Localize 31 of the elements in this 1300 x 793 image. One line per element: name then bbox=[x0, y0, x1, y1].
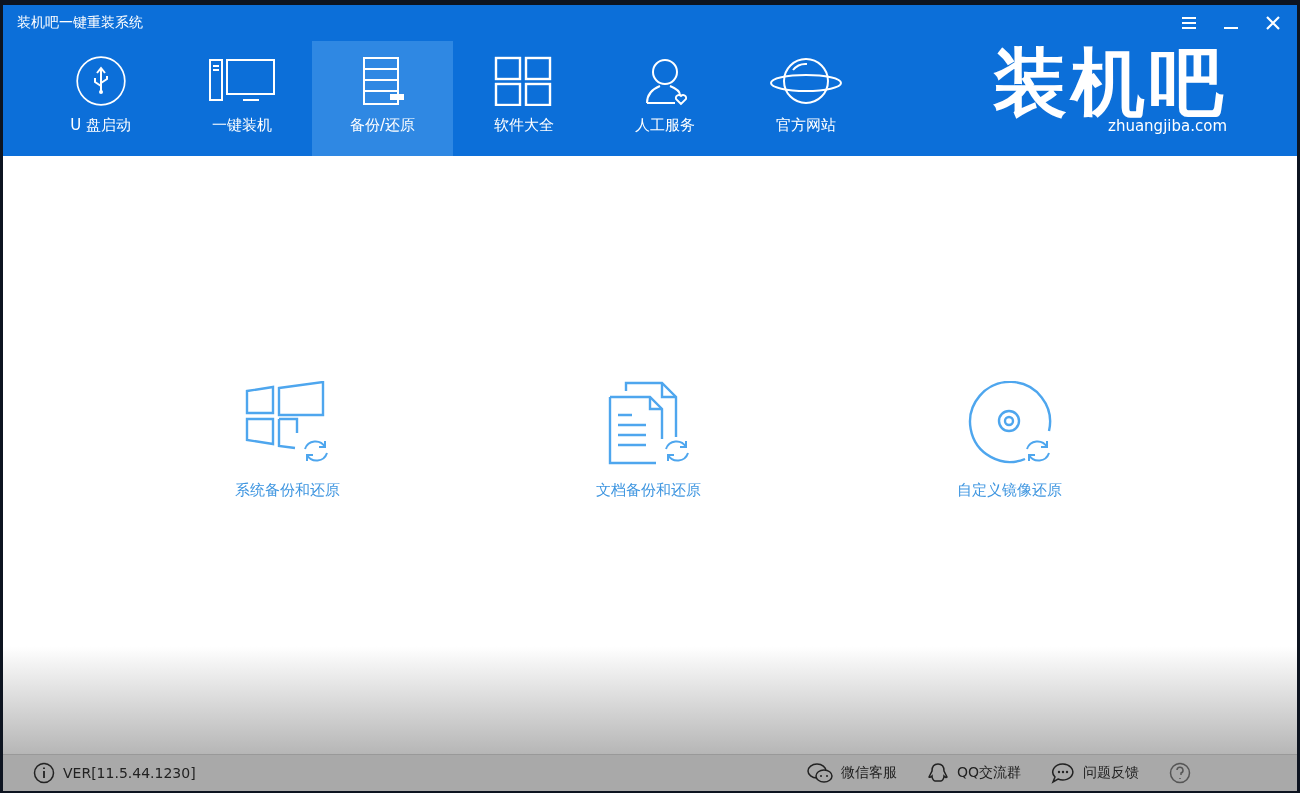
tab-label: U 盘启动 bbox=[70, 116, 131, 135]
tab-label: 一键装机 bbox=[211, 116, 272, 135]
footer-link[interactable]: 问题反馈 bbox=[1083, 764, 1139, 782]
nav-tab[interactable]: U 盘启动 bbox=[30, 41, 171, 156]
wechat-icon bbox=[806, 762, 833, 784]
nav-tab[interactable]: 软件大全 bbox=[453, 41, 594, 156]
nav-tab[interactable]: 备份/还原 bbox=[312, 41, 453, 156]
window-title: 装机吧一键重装系统 bbox=[17, 14, 144, 32]
nav-tab[interactable]: 人工服务 bbox=[594, 41, 735, 156]
footer-link[interactable]: 微信客服 bbox=[840, 764, 897, 782]
tab-label: 人工服务 bbox=[634, 116, 695, 135]
option-link[interactable]: 文档备份和还原 bbox=[596, 480, 701, 500]
penguin-icon bbox=[926, 762, 949, 784]
version-text: VER[11.5.44.1230] bbox=[63, 765, 196, 781]
tab-label: 官方网站 bbox=[775, 116, 836, 135]
option-link[interactable]: 自定义镜像还原 bbox=[957, 480, 1062, 500]
tab-label: 软件大全 bbox=[493, 116, 554, 135]
close-icon[interactable] bbox=[1265, 16, 1281, 30]
info-icon bbox=[33, 762, 55, 784]
option-link[interactable]: 系统备份和还原 bbox=[235, 480, 340, 500]
grid-icon bbox=[493, 56, 554, 106]
footer-link[interactable]: QQ交流群 bbox=[956, 764, 1021, 782]
help-icon[interactable] bbox=[1169, 762, 1191, 784]
logo-url: zhuangjiba.com bbox=[1108, 117, 1227, 135]
menu-icon[interactable] bbox=[1181, 16, 1197, 30]
nav-tab[interactable]: 官方网站 bbox=[735, 41, 876, 156]
tab-label: 备份/还原 bbox=[349, 116, 416, 135]
chat-bubble-icon bbox=[1051, 762, 1075, 784]
nav-tab[interactable]: 一键装机 bbox=[171, 41, 312, 156]
logo-title: 装机吧 bbox=[993, 45, 1227, 119]
planet-icon bbox=[768, 56, 843, 106]
